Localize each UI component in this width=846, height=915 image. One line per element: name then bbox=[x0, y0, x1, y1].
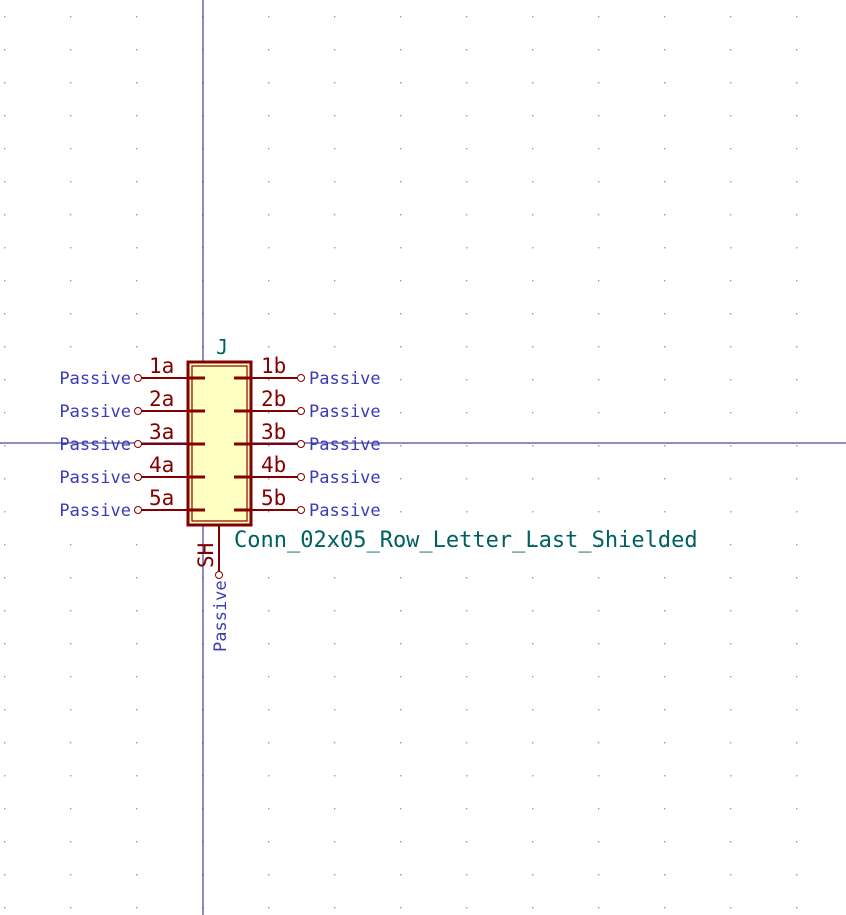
grid-dots bbox=[4, 16, 798, 909]
pin-3a[interactable]: 3a Passive bbox=[59, 420, 205, 455]
pin-type: Passive bbox=[309, 468, 381, 488]
value-label[interactable]: Conn_02x05_Row_Letter_Last_Shielded bbox=[234, 528, 698, 553]
right-pin-group: 1b Passive 2b Passive 3b Passive 4b Passive 5b Pa… bbox=[234, 354, 381, 521]
pin-type: Passive bbox=[59, 402, 131, 422]
shield-pin-type: Passive bbox=[211, 580, 231, 652]
pin-5b[interactable]: 5b Passive bbox=[234, 486, 381, 521]
pin-endpoint bbox=[297, 407, 305, 415]
pin-endpoint bbox=[134, 374, 142, 382]
pin-type: Passive bbox=[309, 369, 381, 389]
pin-4a[interactable]: 4a Passive bbox=[59, 453, 205, 488]
pin-number: 5a bbox=[149, 486, 174, 510]
pin-endpoint bbox=[134, 440, 142, 448]
pin-type: Passive bbox=[309, 435, 381, 455]
pin-number: 3a bbox=[149, 420, 174, 444]
left-pin-group: 1a Passive 2a Passive 3a Passive 4a Passive 5a Pa… bbox=[59, 354, 205, 521]
pin-number: 3b bbox=[261, 420, 286, 444]
pin-type: Passive bbox=[59, 468, 131, 488]
pin-5a[interactable]: 5a Passive bbox=[59, 486, 205, 521]
pin-endpoint bbox=[297, 440, 305, 448]
pin-number: 2b bbox=[261, 387, 286, 411]
shield-pin[interactable]: SH Passive bbox=[194, 525, 231, 652]
pin-3b[interactable]: 3b Passive bbox=[234, 420, 381, 455]
pin-2a[interactable]: 2a Passive bbox=[59, 387, 205, 422]
pin-type: Passive bbox=[309, 501, 381, 521]
pin-endpoint bbox=[134, 407, 142, 415]
pin-1a[interactable]: 1a Passive bbox=[59, 354, 205, 389]
pin-number: 1b bbox=[261, 354, 286, 378]
pin-number: 1a bbox=[149, 354, 174, 378]
pin-endpoint bbox=[134, 506, 142, 514]
pin-type: Passive bbox=[309, 402, 381, 422]
pin-number: 2a bbox=[149, 387, 174, 411]
pin-endpoint bbox=[297, 374, 305, 382]
pin-endpoint bbox=[134, 473, 142, 481]
pin-endpoint bbox=[297, 473, 305, 481]
pin-type: Passive bbox=[59, 501, 131, 521]
shield-pin-number: SH bbox=[194, 543, 218, 568]
pin-2b[interactable]: 2b Passive bbox=[234, 387, 381, 422]
pin-number: 4a bbox=[149, 453, 174, 477]
pin-number: 5b bbox=[261, 486, 286, 510]
pin-number: 4b bbox=[261, 453, 286, 477]
pin-4b[interactable]: 4b Passive bbox=[234, 453, 381, 488]
shield-pin-endpoint bbox=[215, 571, 223, 579]
schematic-canvas[interactable]: J Conn_02x05_Row_Letter_Last_Shielded 1a… bbox=[0, 0, 846, 915]
pin-endpoint bbox=[297, 506, 305, 514]
pin-type: Passive bbox=[59, 369, 131, 389]
pin-1b[interactable]: 1b Passive bbox=[234, 354, 381, 389]
reference-label[interactable]: J bbox=[216, 335, 228, 359]
connector-symbol[interactable]: J Conn_02x05_Row_Letter_Last_Shielded 1a… bbox=[59, 335, 697, 652]
pin-type: Passive bbox=[59, 435, 131, 455]
